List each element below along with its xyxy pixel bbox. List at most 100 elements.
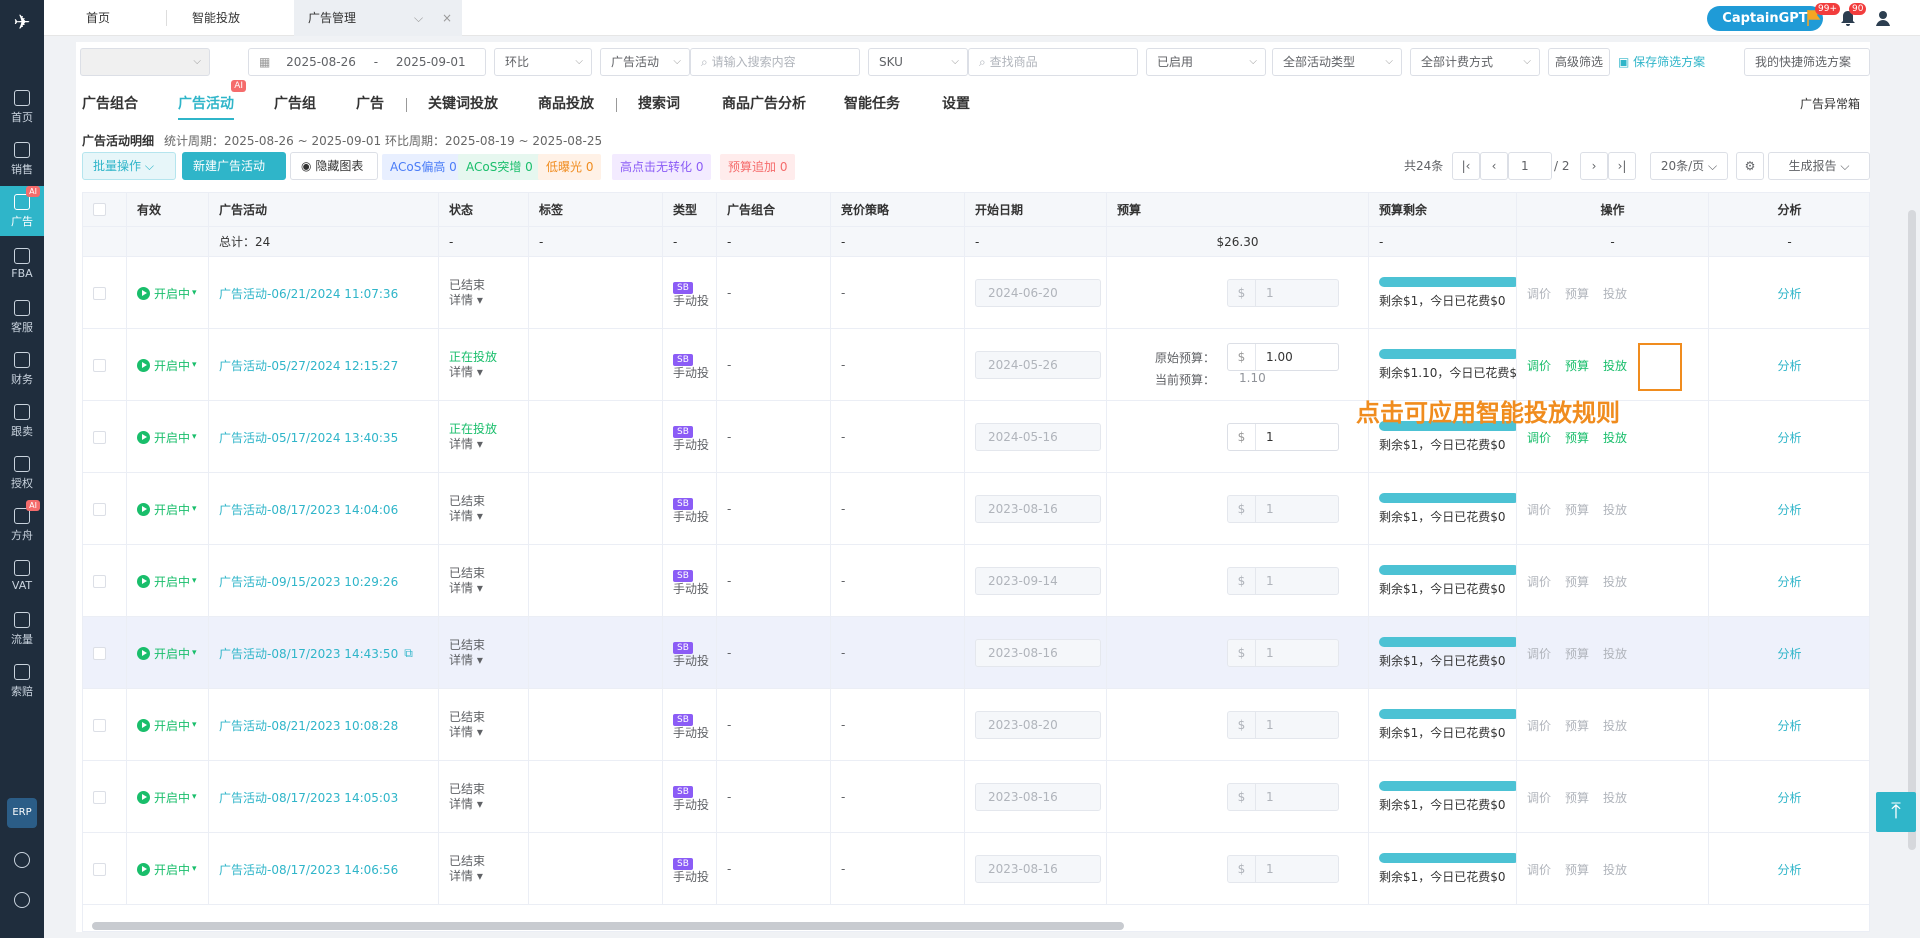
compare-select[interactable]: 环比 ⌵ (494, 48, 592, 76)
tab-product-ad-analysis[interactable]: 商品广告分析 (722, 88, 806, 120)
page-size-select[interactable]: 20条/页 ⌵ (1650, 152, 1728, 180)
table-row[interactable]: 开启中 ▾ 广告活动-08/17/2023 14:43:50 ⧉ 已结束 详情 ▾ SB 手动… (83, 617, 1869, 689)
column-header[interactable]: 有效 (127, 193, 209, 227)
detail-toggle[interactable]: 详情 ▾ (449, 581, 485, 596)
detail-toggle[interactable]: 详情 ▾ (449, 293, 485, 308)
store-select[interactable]: ⌵ (80, 48, 210, 76)
user-avatar-icon[interactable] (1874, 9, 1892, 27)
create-campaign-button[interactable]: 新建广告活动 (182, 152, 286, 180)
column-header[interactable]: 广告组合 (717, 193, 831, 227)
campaign-name-link[interactable]: 广告活动-08/17/2023 14:05:03 (219, 789, 398, 806)
delivery-button[interactable]: 投放 (1603, 719, 1627, 733)
analyze-link[interactable]: 分析 (1719, 501, 1869, 518)
row-checkbox[interactable] (93, 574, 106, 588)
campaign-name-link[interactable]: 广告活动-09/15/2023 10:29:26 (219, 573, 398, 590)
table-row[interactable]: 开启中 ▾ 广告活动-05/27/2024 12:15:27 正在投放 详情 ▾ SB 手动… (83, 329, 1869, 401)
budget-button[interactable]: 预算 (1565, 863, 1589, 877)
sidebar-item[interactable]: 方舟 AI (0, 500, 44, 550)
prev-page-button[interactable]: ‹ (1480, 152, 1508, 180)
detail-toggle[interactable]: 详情 ▾ (449, 653, 485, 668)
app-logo-icon[interactable]: ✈ (8, 8, 36, 36)
tab-product-targeting[interactable]: 商品投放 (538, 88, 594, 120)
filter-tag[interactable]: 高点击无转化 0 (612, 154, 712, 180)
dimension-select[interactable]: 广告活动 ⌵ (600, 48, 690, 76)
tab-search-term[interactable]: 搜索词 (638, 88, 680, 120)
sidebar-item[interactable]: FBA (0, 240, 44, 290)
tab-ad[interactable]: 广告 (356, 88, 384, 120)
horizontal-scrollbar[interactable] (92, 922, 1124, 930)
tab-portfolio[interactable]: 广告组合 (82, 88, 138, 120)
tab-home[interactable]: 首页 (72, 0, 124, 36)
delivery-button[interactable]: 投放 (1603, 863, 1627, 877)
advanced-filter-button[interactable]: 高级筛选 (1548, 48, 1610, 76)
valid-toggle[interactable]: 开启中 ▾ (137, 789, 197, 806)
budget-input[interactable]: $1.00 (1227, 343, 1339, 371)
column-header[interactable]: 分析 (1709, 193, 1869, 227)
tab-ad-management[interactable]: 广告管理 ⌵ × (294, 0, 462, 36)
store-icon[interactable] (14, 852, 30, 868)
column-header[interactable]: 广告活动 (209, 193, 439, 227)
delivery-button[interactable]: 投放 (1603, 359, 1627, 373)
row-checkbox[interactable] (93, 430, 106, 444)
header-select-all[interactable] (83, 193, 127, 227)
support-icon[interactable] (14, 892, 30, 908)
row-checkbox[interactable] (93, 646, 106, 660)
detail-toggle[interactable]: 详情 ▾ (449, 797, 485, 812)
sidebar-item[interactable]: 流量 (0, 604, 44, 654)
row-checkbox[interactable] (93, 358, 106, 372)
table-row[interactable]: 开启中 ▾ 广告活动-08/21/2023 10:08:28 已结束 详情 ▾ SB 手动投… (83, 689, 1869, 761)
row-checkbox[interactable] (93, 502, 106, 516)
search-input[interactable]: ⌕ 请输入搜索内容 (690, 48, 860, 76)
analyze-link[interactable]: 分析 (1719, 285, 1869, 302)
campaign-name-link[interactable]: 广告活动-05/17/2024 13:40:35 (219, 429, 398, 446)
generate-report-button[interactable]: 生成报告 ⌵ (1768, 152, 1870, 180)
delivery-button[interactable]: 投放 (1603, 503, 1627, 517)
delivery-button[interactable]: 投放 (1603, 575, 1627, 589)
bell-icon[interactable]: 90 (1840, 3, 1867, 27)
close-icon[interactable]: × (442, 0, 452, 36)
adjust-bid-button[interactable]: 调价 (1527, 791, 1551, 805)
page-input[interactable]: 1 (1508, 152, 1552, 180)
analyze-link[interactable]: 分析 (1719, 789, 1869, 806)
valid-toggle[interactable]: 开启中 ▾ (137, 501, 197, 518)
analyze-link[interactable]: 分析 (1719, 573, 1869, 590)
detail-toggle[interactable]: 详情 ▾ (449, 437, 497, 452)
sidebar-item[interactable]: 销售 (0, 134, 44, 184)
table-row[interactable]: 开启中 ▾ 广告活动-06/21/2024 11:07:36 已结束 详情 ▾ SB 手动投… (83, 257, 1869, 329)
row-checkbox[interactable] (93, 286, 106, 300)
tab-keyword-targeting[interactable]: 关键词投放 (428, 88, 498, 120)
detail-toggle[interactable]: 详情 ▾ (449, 365, 497, 380)
delivery-button[interactable]: 投放 (1603, 791, 1627, 805)
delivery-button[interactable]: 投放 (1603, 431, 1627, 445)
tab-ad-group[interactable]: 广告组 (274, 88, 316, 120)
billing-select[interactable]: 全部计费方式 ⌵ (1410, 48, 1540, 76)
delivery-button[interactable]: 投放 (1603, 647, 1627, 661)
column-header[interactable]: 开始日期 (965, 193, 1107, 227)
column-header[interactable]: 标签 (529, 193, 663, 227)
column-header[interactable]: 竞价策略 (831, 193, 965, 227)
sidebar-item[interactable]: 授权 (0, 448, 44, 498)
table-row[interactable]: 开启中 ▾ 广告活动-09/15/2023 10:29:26 已结束 详情 ▾ SB 手动投… (83, 545, 1869, 617)
quick-scheme-button[interactable]: 我的快捷筛选方案 (1744, 48, 1870, 76)
valid-toggle[interactable]: 开启中 ▾ (137, 645, 197, 662)
column-header[interactable]: 预算 (1107, 193, 1369, 227)
sidebar-item[interactable]: 跟卖 (0, 396, 44, 446)
copy-icon[interactable]: ⧉ (404, 646, 413, 661)
batch-operation-button[interactable]: 批量操作 ⌵ (82, 152, 176, 180)
adjust-bid-button[interactable]: 调价 (1527, 431, 1551, 445)
date-range-picker[interactable]: ▦ 2025-08-26 - 2025-09-01 (248, 48, 486, 76)
vertical-scrollbar[interactable] (1908, 210, 1916, 850)
flag-icon[interactable]: 99+ (1806, 3, 1840, 27)
column-header[interactable]: 预算剩余 (1369, 193, 1517, 227)
budget-input[interactable]: $1 (1227, 423, 1339, 451)
sidebar-item[interactable]: 客服 (0, 292, 44, 342)
sidebar-item[interactable]: VAT (0, 552, 44, 602)
adjust-bid-button[interactable]: 调价 (1527, 647, 1551, 661)
adjust-bid-button[interactable]: 调价 (1527, 863, 1551, 877)
ad-anomaly-link[interactable]: 广告异常箱 (1800, 88, 1860, 120)
valid-toggle[interactable]: 开启中 ▾ (137, 717, 197, 734)
budget-button[interactable]: 预算 (1565, 503, 1589, 517)
sidebar-item[interactable]: 索赔 (0, 656, 44, 706)
sidebar-item[interactable]: 首页 (0, 82, 44, 132)
budget-button[interactable]: 预算 (1565, 791, 1589, 805)
